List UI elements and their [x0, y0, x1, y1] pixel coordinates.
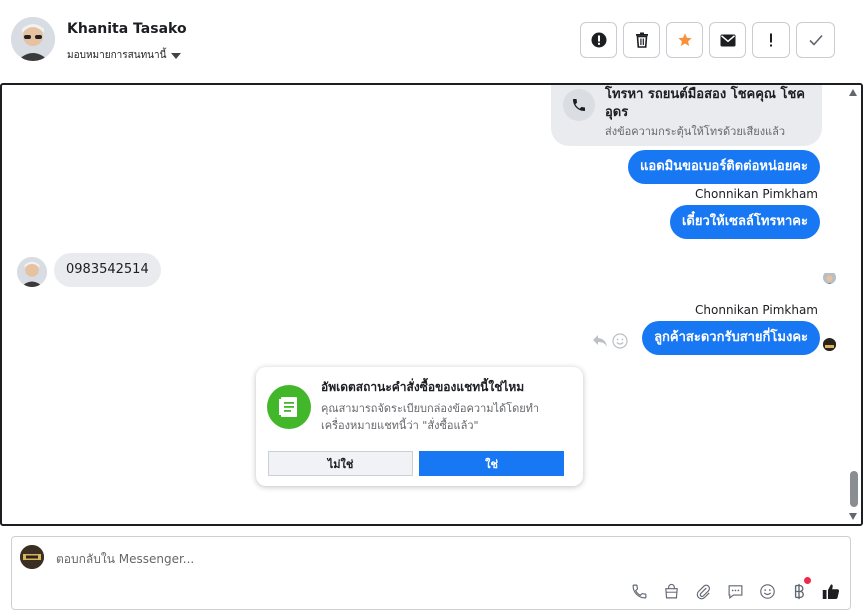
phone-icon — [563, 89, 595, 121]
yes-button[interactable]: ใช่ — [419, 451, 564, 476]
message-bubble-outgoing[interactable]: เดี๋ยวให้เซลล์โทรหาคะ — [669, 205, 820, 239]
composer-toolbar — [630, 577, 840, 600]
contact-name[interactable]: Khanita Tasako — [67, 21, 187, 37]
call-request-card: โทรหา รถยนต์มือสอง โชคคุณ โชค อุดร ส่งข้… — [551, 85, 822, 146]
order-receipt-icon — [267, 385, 311, 429]
conversation-header: Khanita Tasako มอบหมายการสนทนานี้ — [0, 0, 865, 82]
report-button[interactable] — [580, 22, 617, 58]
envelope-icon — [720, 34, 735, 46]
react-emoji-icon[interactable] — [612, 333, 628, 349]
checkmark-icon — [808, 34, 823, 46]
assign-conversation-dropdown[interactable]: มอบหมายการสนทนานี้ — [67, 48, 182, 63]
caret-down-icon — [171, 52, 182, 59]
reply-composer — [11, 536, 851, 610]
phone-icon[interactable] — [630, 582, 648, 600]
shopping-bag-icon[interactable] — [662, 582, 680, 600]
message-bubble-outgoing[interactable]: ลูกค้าสะดวกรับสายกี่โมงคะ — [642, 321, 820, 355]
message-bubble-incoming[interactable]: 0983542514 — [54, 253, 161, 287]
star-button[interactable] — [666, 22, 703, 58]
assign-label: มอบหมายการสนทนานี้ — [67, 50, 167, 61]
like-icon[interactable] — [822, 582, 840, 600]
prompt-title: อัพเดตสถานะคำสั่งซื้อของแชทนี้ใช่ไหม — [321, 380, 525, 394]
page-avatar-small — [823, 338, 836, 351]
message-sender-name: Chonnikan Pimkham — [695, 187, 818, 201]
baht-icon[interactable] — [790, 577, 811, 600]
message-hover-tools — [592, 333, 628, 349]
no-button[interactable]: ไม่ใช่ — [268, 451, 413, 476]
saved-reply-icon[interactable] — [726, 582, 744, 600]
call-card-title: โทรหา รถยนต์มือสอง โชคคุณ โชค อุดร — [605, 87, 806, 120]
prompt-description: คุณสามารถจัดระเบียบกล่องข้อความได้โดยทำเ… — [321, 402, 540, 432]
done-button[interactable] — [796, 22, 835, 58]
message-sender-name: Chonnikan Pimkham — [695, 303, 818, 317]
scrollbar-thumb[interactable] — [850, 471, 858, 507]
message-thread[interactable]: โทรหา รถยนต์มือสอง โชคคุณ โชค อุดร ส่งข้… — [0, 83, 863, 526]
notification-dot — [804, 577, 811, 584]
exclamation-icon — [770, 33, 772, 47]
mark-unread-button[interactable] — [709, 22, 746, 58]
page-avatar — [20, 545, 44, 569]
trash-icon — [635, 32, 648, 48]
conversation-actions — [580, 22, 835, 58]
scroll-up-arrow-icon[interactable] — [849, 89, 857, 96]
alert-circle-icon — [591, 32, 606, 48]
emoji-icon[interactable] — [758, 582, 776, 600]
reply-input[interactable] — [56, 549, 616, 569]
star-icon — [677, 33, 692, 46]
messenger-inbox-view: Khanita Tasako มอบหมายการสนทนานี้ โทรหา … — [0, 0, 865, 615]
call-card-subtitle: ส่งข้อความกระตุ้นให้โทรด้วยเสียงแล้ว — [605, 125, 786, 138]
read-receipt-avatar — [823, 271, 836, 284]
contact-avatar-small[interactable] — [17, 257, 47, 287]
spam-button[interactable] — [752, 22, 790, 58]
contact-avatar[interactable] — [11, 17, 55, 61]
order-status-prompt: อัพเดตสถานะคำสั่งซื้อของแชทนี้ใช่ไหม คุณ… — [256, 367, 583, 486]
scrollbar[interactable] — [845, 85, 861, 524]
paperclip-icon[interactable] — [694, 582, 712, 600]
reply-icon[interactable] — [592, 334, 608, 348]
scroll-down-arrow-icon[interactable] — [849, 513, 857, 520]
delete-button[interactable] — [623, 22, 660, 58]
message-bubble-outgoing[interactable]: แอดมินขอเบอร์ติดต่อหน่อยคะ — [628, 150, 820, 184]
